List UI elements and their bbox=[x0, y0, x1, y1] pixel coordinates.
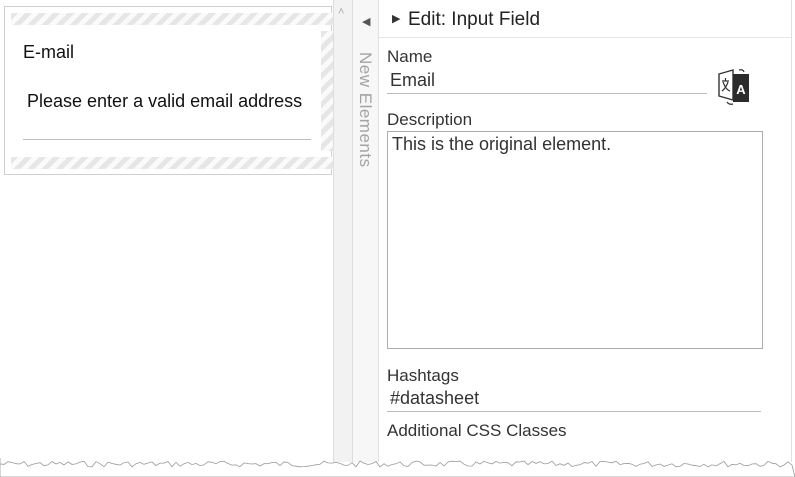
description-value: This is the original element. bbox=[392, 134, 612, 154]
torn-edge bbox=[0, 458, 795, 477]
hashtags-value: #datasheet bbox=[390, 388, 480, 408]
svg-text:A: A bbox=[736, 82, 746, 97]
chevron-up-icon[interactable]: ˄ bbox=[338, 6, 344, 18]
description-label: Description bbox=[387, 110, 473, 129]
translate-icon[interactable]: A bbox=[717, 68, 751, 106]
name-input[interactable]: Email bbox=[387, 68, 707, 94]
selection-stripe-bottom bbox=[11, 157, 335, 169]
description-textarea[interactable]: This is the original element. bbox=[387, 131, 763, 349]
hashtags-input[interactable]: #datasheet bbox=[387, 387, 761, 412]
form-canvas: E-mail Please enter a valid email addres… bbox=[0, 0, 335, 462]
element-value[interactable]: Please enter a valid email address bbox=[27, 91, 302, 112]
selection-stripe-top bbox=[11, 13, 335, 25]
new-elements-palette[interactable]: ◀ New Elements bbox=[353, 0, 379, 462]
collapse-left-icon[interactable]: ◀ bbox=[362, 15, 370, 28]
selection-stripe-right bbox=[321, 31, 333, 151]
expand-right-icon[interactable]: ▶ bbox=[392, 12, 400, 25]
name-label: Name bbox=[387, 47, 433, 66]
css-classes-label: Additional CSS Classes bbox=[387, 421, 567, 440]
element-body: E-mail Please enter a valid email addres… bbox=[13, 25, 317, 153]
properties-panel: ▶ Edit: Input Field Name Email A Descrip… bbox=[379, 0, 792, 462]
hashtags-label: Hashtags bbox=[387, 366, 459, 385]
input-element-preview[interactable]: E-mail Please enter a valid email addres… bbox=[4, 6, 335, 175]
panel-header[interactable]: ▶ Edit: Input Field bbox=[379, 0, 791, 38]
panel-title: Edit: Input Field bbox=[408, 9, 541, 30]
element-underline bbox=[23, 139, 311, 140]
panel-splitter[interactable]: ˄ bbox=[333, 0, 353, 462]
palette-title[interactable]: New Elements bbox=[355, 52, 375, 168]
element-label: E-mail bbox=[23, 42, 75, 62]
name-value: Email bbox=[390, 70, 436, 90]
